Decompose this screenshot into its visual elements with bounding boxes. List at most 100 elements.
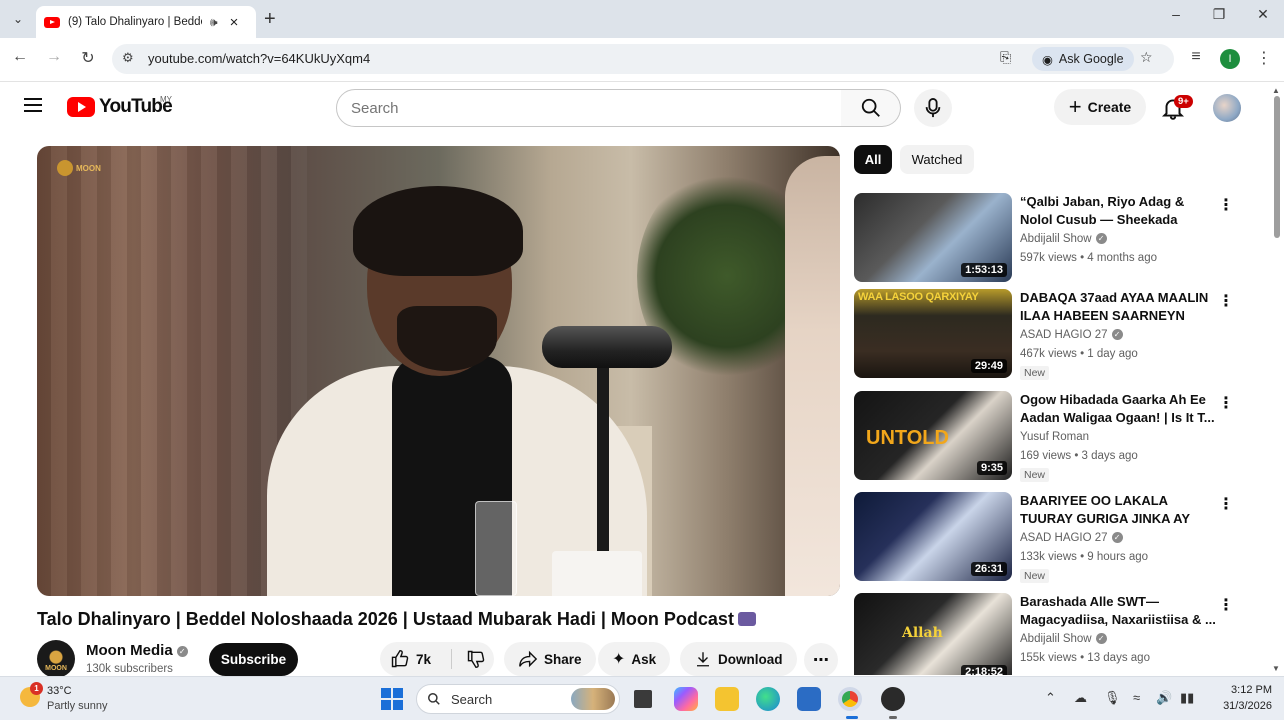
weather-temperature[interactable]: 33°C bbox=[47, 685, 72, 697]
minimize-icon[interactable]: – bbox=[1156, 6, 1196, 22]
volume-icon[interactable]: 🔊 bbox=[1156, 690, 1172, 706]
taskbar-search-box[interactable]: Search bbox=[416, 684, 620, 714]
recommended-video[interactable]: Allah 2:18:52 Barashada Alle SWT—Magacya… bbox=[854, 593, 1240, 675]
browser-menu-icon[interactable]: ⋮ bbox=[1256, 48, 1272, 68]
scroll-up-arrow-icon[interactable]: ▲ bbox=[1272, 86, 1280, 95]
chip-watched[interactable]: Watched bbox=[900, 145, 974, 174]
recommended-channel[interactable]: Yusuf Roman bbox=[1020, 431, 1089, 443]
search-button[interactable] bbox=[841, 89, 901, 127]
channel-name[interactable]: Moon Media ✓ bbox=[86, 642, 188, 659]
share-label: Share bbox=[544, 651, 582, 667]
channel-avatar[interactable]: MOON bbox=[37, 640, 75, 678]
video-options-icon[interactable]: ⋮ bbox=[1218, 195, 1234, 215]
recommended-video[interactable]: 1:53:13 “Qalbi Jaban, Riyo Adag & Nolol … bbox=[854, 193, 1240, 285]
copilot-icon[interactable] bbox=[674, 687, 698, 711]
recommended-video[interactable]: 26:31 BAARIYEE OO LAKALA TUURAY GURIGA J… bbox=[854, 492, 1240, 584]
dislike-button[interactable] bbox=[452, 649, 486, 669]
verified-check-icon: ✓ bbox=[1111, 329, 1123, 340]
like-button[interactable]: 7k bbox=[390, 649, 453, 669]
new-tab-plus-icon[interactable]: + bbox=[264, 8, 276, 31]
microsoft-store-icon[interactable] bbox=[797, 687, 821, 711]
speaker-icon[interactable]: 🕪 bbox=[210, 15, 218, 30]
notification-count-badge: 9+ bbox=[1174, 95, 1193, 108]
voice-search-button[interactable] bbox=[914, 89, 952, 127]
tab-search-chevron-icon[interactable]: ⌄ bbox=[6, 8, 30, 30]
recommended-title[interactable]: Ogow Hibadada Gaarka Ah Ee Aadan Waligaa… bbox=[1020, 391, 1216, 427]
url-text[interactable]: youtube.com/watch?v=64KUkUyXqm4 bbox=[148, 51, 370, 66]
hamburger-menu-icon[interactable] bbox=[24, 98, 42, 116]
video-thumbnail[interactable]: Allah 2:18:52 bbox=[854, 593, 1012, 675]
recommended-channel[interactable]: Abdijalil Show ✓ bbox=[1020, 633, 1107, 645]
clock-date[interactable]: 31/3/2026 bbox=[1212, 700, 1272, 712]
share-button[interactable]: Share bbox=[504, 642, 596, 676]
recommended-meta: 155k views • 13 days ago bbox=[1020, 652, 1150, 664]
scroll-down-arrow-icon[interactable]: ▼ bbox=[1272, 664, 1280, 673]
address-bar[interactable]: ⚙ youtube.com/watch?v=64KUkUyXqm4 ⎘ ◉ As… bbox=[112, 44, 1174, 74]
video-options-icon[interactable]: ⋮ bbox=[1218, 291, 1234, 311]
chip-all[interactable]: All bbox=[854, 145, 892, 174]
wifi-icon[interactable]: ≈ bbox=[1133, 690, 1140, 705]
recommended-video[interactable]: UNTOLD 9:35 Ogow Hibadada Gaarka Ah Ee A… bbox=[854, 391, 1240, 483]
ask-button[interactable]: ✦ Ask bbox=[598, 642, 671, 676]
create-button[interactable]: + Create bbox=[1054, 89, 1146, 125]
tab-close-icon[interactable]: × bbox=[230, 14, 239, 31]
battery-icon[interactable]: ▮▮ bbox=[1180, 690, 1194, 706]
download-button[interactable]: Download bbox=[680, 642, 797, 676]
download-icon bbox=[697, 652, 709, 667]
recommended-channel[interactable]: ASAD HAGIO 27 ✓ bbox=[1020, 329, 1123, 341]
scrollbar-thumb[interactable] bbox=[1274, 96, 1280, 238]
install-app-icon[interactable]: ⎘ bbox=[1000, 49, 1011, 66]
site-info-icon[interactable]: ⚙ bbox=[122, 50, 134, 66]
reload-icon[interactable]: ↻ bbox=[76, 48, 100, 68]
video-options-icon[interactable]: ⋮ bbox=[1218, 494, 1234, 514]
recommended-title[interactable]: Barashada Alle SWT—Magacyadiisa, Naxarii… bbox=[1020, 593, 1216, 629]
clock-time[interactable]: 3:12 PM bbox=[1222, 684, 1272, 696]
search-input[interactable] bbox=[336, 89, 842, 127]
video-thumbnail[interactable]: UNTOLD 9:35 bbox=[854, 391, 1012, 480]
file-explorer-icon[interactable] bbox=[715, 687, 739, 711]
new-badge: New bbox=[1020, 366, 1050, 380]
youtube-logo[interactable]: YouTube bbox=[67, 96, 173, 118]
browser-tab-active[interactable]: (9) Talo Dhalinyaro | Beddel 🕪 × bbox=[36, 6, 256, 38]
microphone-tray-icon[interactable]: 🎙 bbox=[1104, 690, 1121, 706]
recommended-title[interactable]: BAARIYEE OO LAKALA TUURAY GURIGA JINKA A… bbox=[1020, 492, 1216, 528]
video-options-icon[interactable]: ⋮ bbox=[1218, 393, 1234, 413]
video-options-icon[interactable]: ⋮ bbox=[1218, 595, 1234, 615]
cloud-sync-icon[interactable]: ☁ bbox=[1074, 690, 1087, 706]
recommended-channel[interactable]: ASAD HAGIO 27 ✓ bbox=[1020, 532, 1123, 544]
weather-description[interactable]: Partly sunny bbox=[47, 700, 108, 712]
country-code: MY bbox=[160, 95, 172, 104]
video-thumbnail[interactable]: WAA LASOO QARXIYAY 29:49 bbox=[854, 289, 1012, 378]
verified-check-icon: ✓ bbox=[1095, 633, 1107, 644]
bookmark-star-icon[interactable]: ☆ bbox=[1140, 49, 1153, 66]
chrome-icon[interactable] bbox=[838, 687, 862, 711]
video-thumbnail[interactable]: 26:31 bbox=[854, 492, 1012, 581]
recommended-meta: 169 views • 3 days ago bbox=[1020, 450, 1138, 462]
windows-start-icon[interactable] bbox=[381, 688, 403, 710]
restore-icon[interactable]: ❐ bbox=[1199, 6, 1239, 23]
subscribe-button[interactable]: Subscribe bbox=[209, 643, 298, 676]
back-arrow-icon[interactable]: ← bbox=[8, 48, 32, 66]
recommended-video[interactable]: WAA LASOO QARXIYAY 29:49 DABAQA 37aad AY… bbox=[854, 289, 1240, 381]
recommended-channel[interactable]: Abdijalil Show ✓ bbox=[1020, 233, 1107, 245]
edge-browser-icon[interactable] bbox=[756, 687, 780, 711]
recommended-title[interactable]: “Qalbi Jaban, Riyo Adag & Nolol Cusub — … bbox=[1020, 193, 1216, 229]
recommended-title[interactable]: DABAQA 37aad AYAA MAALIN ILAA HABEEN SAA… bbox=[1020, 289, 1216, 325]
create-label: Create bbox=[1087, 99, 1132, 115]
app-icon[interactable] bbox=[881, 687, 905, 711]
profile-avatar[interactable]: I bbox=[1220, 49, 1240, 69]
more-actions-button[interactable]: ⋯ bbox=[804, 643, 838, 677]
show-hidden-icons-chevron-icon[interactable]: ⌃ bbox=[1045, 690, 1056, 706]
reading-list-icon[interactable]: ≡ bbox=[1184, 48, 1208, 66]
window-close-icon[interactable]: ✕ bbox=[1243, 6, 1283, 23]
forward-arrow-icon[interactable]: → bbox=[42, 48, 66, 66]
account-avatar[interactable] bbox=[1213, 94, 1241, 122]
task-view-icon[interactable] bbox=[634, 690, 652, 708]
video-thumbnail[interactable]: 1:53:13 bbox=[854, 193, 1012, 282]
video-frame-mug bbox=[552, 551, 642, 596]
ask-google-button[interactable]: ◉ Ask Google bbox=[1032, 47, 1134, 71]
search-bar bbox=[336, 89, 901, 127]
recommended-channel-text: ASAD HAGIO 27 bbox=[1020, 532, 1108, 544]
recommended-meta: 133k views • 9 hours ago bbox=[1020, 551, 1149, 563]
video-player[interactable]: MOON bbox=[37, 146, 840, 596]
